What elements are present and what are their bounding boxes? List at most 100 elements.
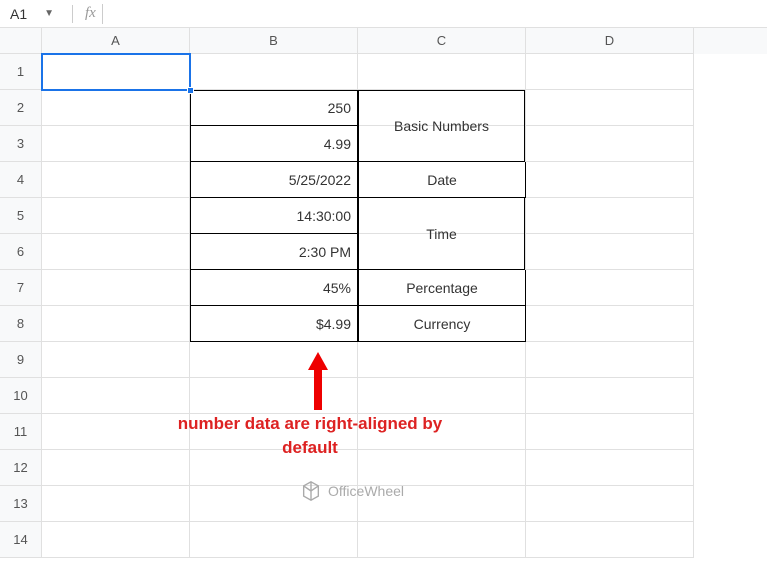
cell-D13[interactable]: [526, 486, 694, 522]
select-all-corner[interactable]: [0, 28, 42, 54]
cell-B9[interactable]: [190, 342, 358, 378]
row-8: 8 $4.99 Currency: [0, 306, 767, 342]
row-2: 2 250 Basic Numbers: [0, 90, 767, 126]
row-header-13[interactable]: 13: [0, 486, 42, 522]
label: Date: [427, 172, 457, 188]
cell-D11[interactable]: [526, 414, 694, 450]
cell-value: 250: [328, 100, 351, 116]
selection-outline: [41, 53, 191, 91]
label: Time: [426, 226, 457, 242]
row-5: 5 14:30:00 Time: [0, 198, 767, 234]
cell-B6[interactable]: 2:30 PM: [190, 234, 358, 270]
cell-A8[interactable]: [42, 306, 190, 342]
col-header-B[interactable]: B: [190, 28, 358, 54]
cell-D7[interactable]: [526, 270, 694, 306]
cell-A5[interactable]: [42, 198, 190, 234]
row-14: 14: [0, 522, 767, 558]
cell-B8[interactable]: $4.99: [190, 306, 358, 342]
cell-C7[interactable]: Percentage: [358, 270, 526, 306]
cell-C14[interactable]: [358, 522, 526, 558]
cell-C1[interactable]: [358, 54, 526, 90]
cell-A2[interactable]: [42, 90, 190, 126]
row-header-11[interactable]: 11: [0, 414, 42, 450]
cell-value: 4.99: [324, 136, 351, 152]
cell-B5[interactable]: 14:30:00: [190, 198, 358, 234]
cell-D3[interactable]: [526, 126, 694, 162]
label: Currency: [414, 316, 471, 332]
row-header-2[interactable]: 2: [0, 90, 42, 126]
row-header-3[interactable]: 3: [0, 126, 42, 162]
watermark-text: OfficeWheel: [328, 483, 404, 499]
row-header-9[interactable]: 9: [0, 342, 42, 378]
annotation-text: number data are right-aligned by default: [170, 412, 450, 460]
column-headers: A B C D: [0, 28, 767, 54]
cell-D4[interactable]: [526, 162, 694, 198]
cell-A7[interactable]: [42, 270, 190, 306]
cell-B2[interactable]: 250: [190, 90, 358, 126]
cell-A6[interactable]: [42, 234, 190, 270]
logo-icon: [300, 480, 322, 502]
row-10: 10: [0, 378, 767, 414]
cell-C5[interactable]: Time: [358, 198, 526, 234]
cell-D14[interactable]: [526, 522, 694, 558]
cell-B14[interactable]: [190, 522, 358, 558]
label: Basic Numbers: [394, 118, 489, 134]
cell-B10[interactable]: [190, 378, 358, 414]
cell-A12[interactable]: [42, 450, 190, 486]
divider: [72, 5, 73, 23]
cell-A11[interactable]: [42, 414, 190, 450]
fx-label: fx: [85, 5, 96, 22]
col-header-C[interactable]: C: [358, 28, 526, 54]
arrow-icon: [306, 352, 330, 410]
cell-A9[interactable]: [42, 342, 190, 378]
row-header-4[interactable]: 4: [0, 162, 42, 198]
row-header-6[interactable]: 6: [0, 234, 42, 270]
row-header-10[interactable]: 10: [0, 378, 42, 414]
merged-time: Time: [358, 198, 525, 270]
name-box-value: A1: [10, 6, 27, 22]
cell-C10[interactable]: [358, 378, 526, 414]
name-box[interactable]: A1 ▼: [4, 4, 60, 24]
row-header-8[interactable]: 8: [0, 306, 42, 342]
cell-D8[interactable]: [526, 306, 694, 342]
watermark: OfficeWheel: [300, 480, 404, 502]
cell-D12[interactable]: [526, 450, 694, 486]
row-header-7[interactable]: 7: [0, 270, 42, 306]
name-box-bar: A1 ▼ fx: [0, 0, 767, 28]
cell-B1[interactable]: [190, 54, 358, 90]
cell-C9[interactable]: [358, 342, 526, 378]
row-header-12[interactable]: 12: [0, 450, 42, 486]
row-4: 4 5/25/2022 Date: [0, 162, 767, 198]
cell-D1[interactable]: [526, 54, 694, 90]
cell-C8[interactable]: Currency: [358, 306, 526, 342]
cell-value: 2:30 PM: [299, 244, 351, 260]
cell-C2[interactable]: Basic Numbers: [358, 90, 526, 126]
row-7: 7 45% Percentage: [0, 270, 767, 306]
cell-value: 14:30:00: [297, 208, 352, 224]
cell-A14[interactable]: [42, 522, 190, 558]
cell-D10[interactable]: [526, 378, 694, 414]
selection-handle[interactable]: [187, 87, 194, 94]
cell-B4[interactable]: 5/25/2022: [190, 162, 358, 198]
formula-input[interactable]: [102, 4, 763, 24]
cell-A1[interactable]: [42, 54, 190, 90]
cell-A10[interactable]: [42, 378, 190, 414]
cell-B7[interactable]: 45%: [190, 270, 358, 306]
cell-D5[interactable]: [526, 198, 694, 234]
cell-C4[interactable]: Date: [358, 162, 526, 198]
row-9: 9: [0, 342, 767, 378]
cell-A13[interactable]: [42, 486, 190, 522]
cell-D6[interactable]: [526, 234, 694, 270]
cell-B3[interactable]: 4.99: [190, 126, 358, 162]
cell-D2[interactable]: [526, 90, 694, 126]
col-header-A[interactable]: A: [42, 28, 190, 54]
merged-basic-numbers: Basic Numbers: [358, 90, 525, 162]
row-1: 1: [0, 54, 767, 90]
col-header-D[interactable]: D: [526, 28, 694, 54]
cell-A4[interactable]: [42, 162, 190, 198]
cell-A3[interactable]: [42, 126, 190, 162]
cell-D9[interactable]: [526, 342, 694, 378]
row-header-5[interactable]: 5: [0, 198, 42, 234]
row-header-14[interactable]: 14: [0, 522, 42, 558]
row-header-1[interactable]: 1: [0, 54, 42, 90]
